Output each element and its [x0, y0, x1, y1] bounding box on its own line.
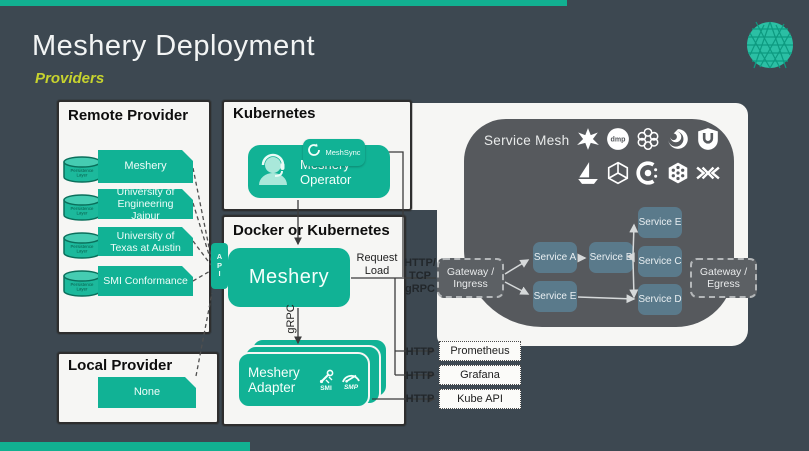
meshsync-label: MeshSync: [325, 148, 360, 157]
page-title: Meshery Deployment: [32, 30, 315, 63]
slide: Meshery Deployment Providers Remote Prov…: [0, 0, 809, 451]
request-label-line: Load: [355, 265, 399, 278]
layer5-logo-icon: [746, 21, 794, 74]
meshery-adapter-label: Meshery Adapter: [248, 365, 316, 395]
smi-label: SMI: [320, 385, 332, 392]
service-mesh-logo-icon: [696, 161, 720, 185]
persistence-label: Persistence Layer: [66, 283, 98, 292]
remote-provider-item: University of Engineering Jaipur: [98, 189, 193, 219]
local-provider-title: Local Provider: [68, 357, 172, 374]
grpc-label: gRPC: [285, 299, 299, 339]
monitoring-box: Kube API: [439, 389, 521, 409]
service-mesh-logo-icon: [576, 161, 600, 185]
svg-text:dmp: dmp: [611, 136, 627, 144]
meshery-adapter-box: Meshery Adapter SMI SMP: [237, 352, 370, 408]
service-node: Service E: [533, 281, 577, 312]
page-subtitle: Providers: [35, 70, 104, 87]
gateway-ingress-box: Gateway / Ingress: [437, 258, 504, 298]
meshsync-box: MeshSync: [303, 139, 365, 166]
http-label: HTTP: [402, 393, 438, 406]
persistence-label: Persistence Layer: [66, 245, 98, 254]
database-cylinder-icon: Persistence Layer: [62, 194, 102, 227]
remote-provider-title: Remote Provider: [68, 107, 188, 124]
persistence-label: Persistence Layer: [66, 169, 98, 178]
database-cylinder-icon: Persistence Layer: [62, 270, 102, 303]
service-mesh-logo-icon: [636, 161, 660, 185]
sync-icon: [307, 143, 321, 162]
top-accent-bar: [0, 0, 567, 6]
http-label: HTTP: [402, 346, 438, 359]
service-mesh-logo-icon: [576, 127, 600, 151]
database-cylinder-icon: Persistence Layer: [62, 232, 102, 265]
smp-icon: SMP: [341, 370, 361, 391]
protocol-line: TCP: [401, 270, 439, 283]
service-mesh-logo-icon: [666, 127, 690, 151]
remote-provider-item: University of Texas at Austin: [98, 227, 193, 256]
service-mesh-title: Service Mesh: [484, 133, 569, 148]
local-provider-item: None: [98, 377, 196, 408]
request-label-line: Request: [355, 252, 399, 265]
service-node: Service A: [533, 242, 577, 273]
api-letter: I: [218, 270, 220, 279]
protocol-line: gRPC: [401, 283, 439, 296]
gateway-egress-box: Gateway / Egress: [690, 258, 757, 298]
smi-icon: SMI: [318, 369, 334, 392]
service-node: Service E: [638, 207, 682, 238]
operator-person-icon: [256, 151, 290, 192]
protocol-stack-label: HTTP/ TCP gRPC: [401, 257, 439, 296]
persistence-label: Persistence Layer: [66, 207, 98, 216]
service-mesh-logo-icon: [606, 161, 630, 185]
service-mesh-logo-icon: [636, 127, 660, 151]
service-node: Service D: [638, 284, 682, 315]
service-mesh-logo-row: [576, 161, 720, 185]
service-node: Service B: [589, 242, 633, 273]
bottom-accent-bar: [0, 442, 250, 451]
request-load-label: Request Load: [355, 252, 399, 278]
database-cylinder-icon: Persistence Layer: [62, 156, 102, 189]
service-mesh-logo-icon: [666, 161, 690, 185]
api-tab: A P I: [211, 243, 228, 289]
http-label: HTTP: [402, 370, 438, 383]
monitoring-box: Prometheus: [439, 341, 521, 361]
kubernetes-title: Kubernetes: [233, 105, 316, 122]
protocol-line: HTTP/: [401, 257, 439, 270]
remote-provider-item: SMI Conformance: [98, 266, 193, 296]
service-mesh-logo-icon: dmp: [606, 127, 630, 151]
remote-provider-item: Meshery: [98, 150, 193, 183]
monitoring-box: Grafana: [439, 365, 521, 385]
service-mesh-logo-icon: [696, 127, 720, 151]
service-mesh-logo-row: dmp: [576, 127, 720, 151]
docker-kubernetes-title: Docker or Kubernetes: [233, 222, 390, 239]
service-node: Service C: [638, 246, 682, 277]
smp-label: SMP: [344, 384, 358, 391]
